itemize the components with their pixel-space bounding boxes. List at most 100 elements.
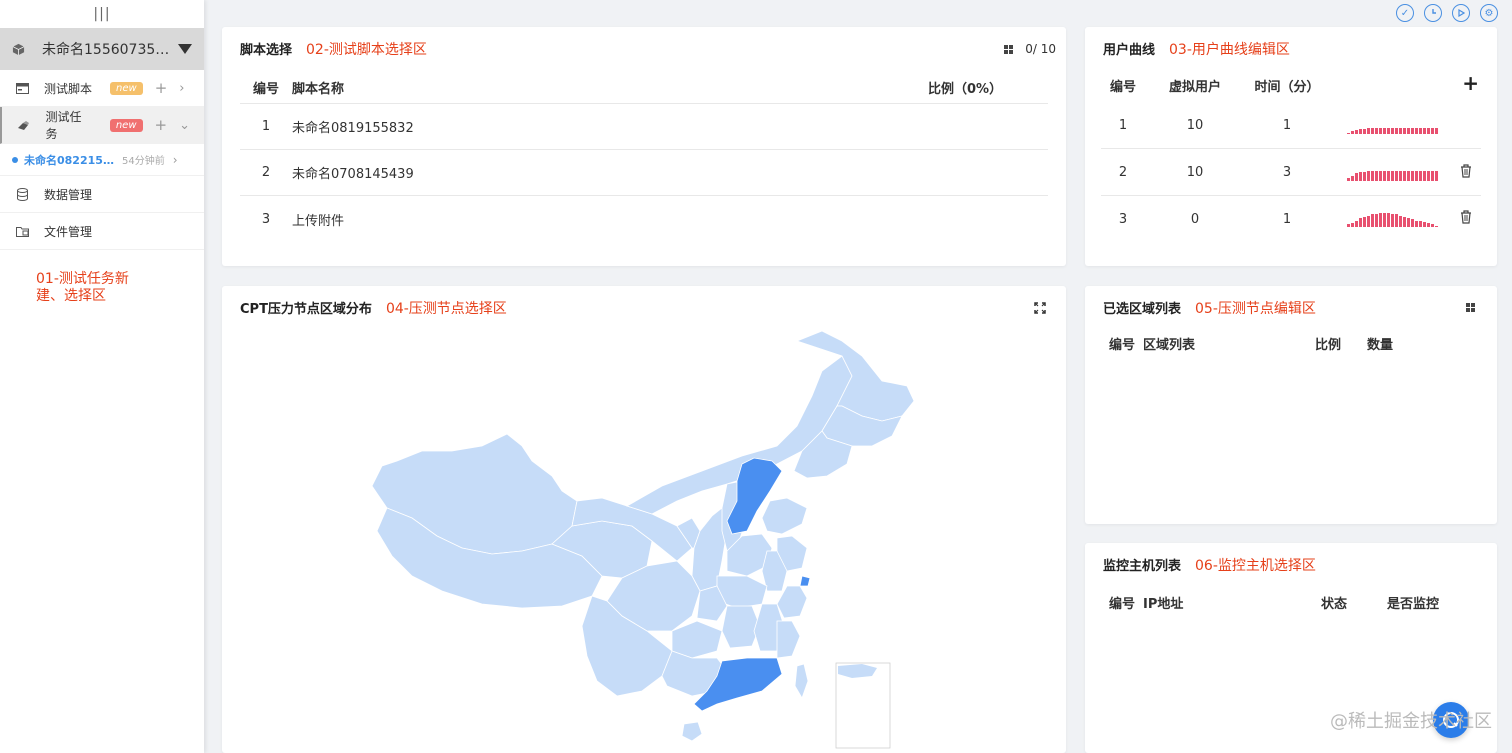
spark-bar bbox=[1431, 170, 1434, 181]
chevron-down-icon[interactable]: ⌄ bbox=[179, 118, 190, 133]
script-name: 未命名0708145439 bbox=[292, 167, 414, 182]
column-header: 编号 bbox=[1109, 338, 1136, 353]
folder-icon bbox=[14, 226, 30, 237]
top-toolbar: ✓ ⚙ bbox=[1396, 4, 1498, 22]
table-row[interactable]: 1 未命名0819155832 bbox=[240, 104, 1048, 150]
add-icon[interactable]: + bbox=[155, 79, 168, 97]
selected-regions-panel: 已选区域列表 05-压测节点编辑区 编号 区域列表 比例 数量 bbox=[1085, 286, 1497, 524]
task-time: 54分钟前 bbox=[122, 156, 165, 167]
column-header: 编号 bbox=[1109, 597, 1136, 612]
cube-icon bbox=[12, 42, 26, 56]
region-shandong bbox=[761, 497, 808, 535]
chevron-right-icon[interactable]: › bbox=[179, 81, 184, 96]
sidebar-collapse-handle[interactable]: ||| bbox=[0, 0, 204, 28]
spark-bar bbox=[1371, 214, 1374, 227]
region-guizhou bbox=[671, 620, 723, 659]
panel-annotation: 03-用户曲线编辑区 bbox=[1169, 42, 1290, 58]
table-header: 编号 区域列表 比例 数量 bbox=[1109, 334, 1477, 353]
spark-bar bbox=[1375, 214, 1378, 227]
duration-minutes[interactable]: 1 bbox=[1245, 212, 1329, 227]
play-icon[interactable] bbox=[1452, 4, 1470, 22]
new-badge: new bbox=[109, 118, 143, 132]
spark-bar bbox=[1379, 127, 1382, 134]
script-name: 未命名0819155832 bbox=[292, 121, 414, 136]
table-row[interactable]: 3 01 bbox=[1101, 196, 1481, 242]
spark-bar bbox=[1363, 128, 1366, 134]
spark-bar bbox=[1435, 226, 1438, 227]
spark-bar bbox=[1387, 127, 1390, 134]
trash-icon[interactable] bbox=[1451, 210, 1481, 228]
project-selector[interactable]: 未命名1556073568... bbox=[0, 28, 204, 70]
spark-bar bbox=[1435, 127, 1438, 134]
trash-icon[interactable] bbox=[1451, 163, 1481, 182]
table-row[interactable]: 2 10 3 bbox=[1101, 150, 1481, 196]
add-icon[interactable]: + bbox=[155, 116, 168, 134]
table-row[interactable]: 3 上传附件 bbox=[240, 196, 1048, 242]
spark-bar bbox=[1363, 171, 1366, 181]
spark-bar bbox=[1415, 127, 1418, 134]
spark-bar bbox=[1427, 223, 1430, 227]
spark-bar bbox=[1379, 213, 1382, 227]
script-name: 上传附件 bbox=[292, 213, 345, 229]
column-header: 状态 bbox=[1321, 597, 1348, 612]
china-map[interactable] bbox=[222, 286, 1066, 753]
table-row[interactable]: 2 未命名0708145439 bbox=[240, 150, 1048, 196]
spark-bar bbox=[1347, 132, 1350, 134]
spark-bar bbox=[1423, 222, 1426, 227]
sidebar-item-test-script[interactable]: 测试脚本 new + › bbox=[0, 70, 204, 107]
check-circle-icon[interactable]: ✓ bbox=[1396, 4, 1414, 22]
new-badge: new bbox=[110, 81, 143, 95]
column-header: 比例（0%） bbox=[928, 81, 1003, 97]
grid-icon[interactable] bbox=[1004, 44, 1014, 54]
sidebar-item-data-management[interactable]: 数据管理 bbox=[0, 176, 204, 213]
region-hunan bbox=[721, 605, 761, 649]
table-header: 编号 IP地址 状态 是否监控 bbox=[1109, 593, 1477, 612]
script-icon bbox=[14, 82, 30, 94]
grid-icon[interactable] bbox=[1466, 303, 1475, 312]
spark-bar bbox=[1391, 214, 1394, 227]
column-header: IP地址 bbox=[1143, 597, 1184, 612]
spark-bar bbox=[1387, 170, 1390, 181]
region-fujian bbox=[776, 620, 801, 659]
duration-minutes[interactable]: 1 bbox=[1245, 118, 1329, 133]
virtual-users[interactable]: 10 bbox=[1145, 165, 1245, 180]
spark-bar bbox=[1355, 221, 1358, 227]
spark-bar bbox=[1415, 221, 1418, 227]
table-row[interactable]: 1 10 1 bbox=[1101, 103, 1481, 149]
column-header: 时间（分） bbox=[1254, 79, 1320, 95]
duration-minutes[interactable]: 3 bbox=[1245, 165, 1329, 180]
south-china-sea-inset bbox=[835, 662, 891, 749]
spark-bar bbox=[1395, 214, 1398, 227]
spark-bar bbox=[1435, 170, 1438, 181]
active-dot bbox=[12, 156, 18, 163]
row-number: 1 bbox=[1118, 118, 1128, 133]
region-shanghai bbox=[799, 575, 811, 587]
spark-bar bbox=[1403, 217, 1406, 227]
script-selection-panel: 脚本选择 02-测试脚本选择区 0/ 10 编号 脚本名称 比例（0%） 1 未… bbox=[222, 27, 1066, 266]
clock-icon[interactable] bbox=[1424, 4, 1442, 22]
spark-bar bbox=[1395, 127, 1398, 134]
row-number: 3 bbox=[261, 211, 271, 227]
settings-icon[interactable]: ⚙ bbox=[1480, 4, 1498, 22]
chevron-right-icon[interactable]: › bbox=[173, 153, 178, 167]
spark-bar bbox=[1391, 170, 1394, 181]
spark-bar bbox=[1351, 175, 1354, 181]
node-map-panel: CPT压力节点区域分布 04-压测节点选择区 bbox=[222, 286, 1066, 753]
spark-bar bbox=[1411, 219, 1414, 227]
sidebar-item-file-management[interactable]: 文件管理 bbox=[0, 213, 204, 250]
virtual-users[interactable]: 0 bbox=[1145, 212, 1245, 227]
spark-bar bbox=[1407, 218, 1410, 227]
sidebar-item-test-task[interactable]: 测试任务 new + ⌄ bbox=[0, 107, 204, 144]
region-taiwan bbox=[794, 663, 809, 699]
virtual-users[interactable]: 10 bbox=[1145, 118, 1245, 133]
task-list-item[interactable]: 未命名0822151... 54分钟前 › bbox=[0, 144, 204, 176]
spark-bar bbox=[1419, 170, 1422, 181]
column-header: 比例 bbox=[1315, 338, 1342, 353]
region-hainan bbox=[681, 721, 703, 742]
add-curve-button[interactable]: + bbox=[1462, 73, 1479, 93]
spark-bar bbox=[1359, 171, 1362, 181]
spark-bar bbox=[1367, 216, 1370, 227]
caret-down-icon[interactable] bbox=[178, 44, 192, 54]
task-icon bbox=[16, 120, 31, 131]
column-header: 区域列表 bbox=[1143, 338, 1196, 353]
